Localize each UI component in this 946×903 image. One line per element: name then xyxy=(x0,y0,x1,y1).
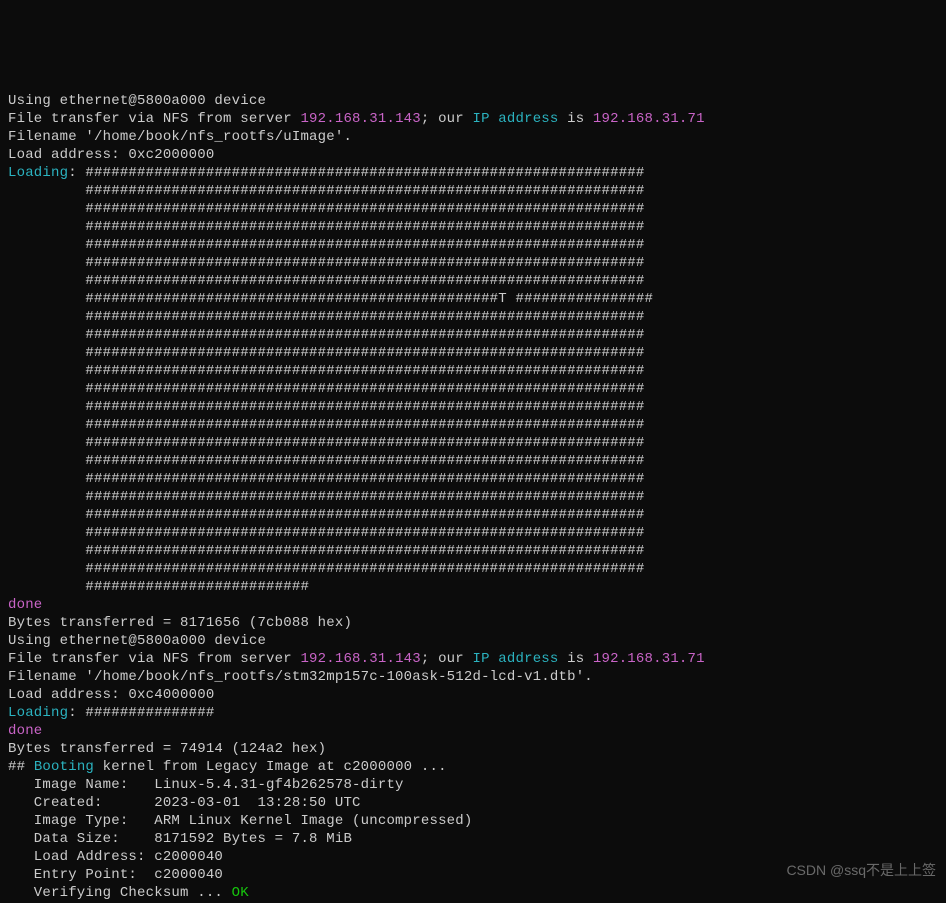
line-created: Created: 2023-03-01 13:28:50 UTC xyxy=(8,795,361,811)
server-ip-2: 192.168.31.143 xyxy=(300,651,420,667)
line-load-addr-2: Load address: 0xc4000000 xyxy=(8,687,214,703)
watermark: CSDN @ssq不是上上签 xyxy=(786,861,936,879)
line-bytes-2: Bytes transferred = 74914 (124a2 hex) xyxy=(8,741,326,757)
booting-word: Booting xyxy=(34,759,94,775)
progress-hash-t-line: ########################################… xyxy=(8,291,653,307)
loading-label-2: Loading xyxy=(8,705,68,721)
progress-hash-short-line: ########################################… xyxy=(8,561,645,577)
progress-hash-last-line: ########################## xyxy=(8,579,309,595)
done-2: done xyxy=(8,723,42,739)
line-using-device-1: Using ethernet@5800a000 device xyxy=(8,93,266,109)
done-1: done xyxy=(8,597,42,613)
line-verify: Verifying Checksum ... OK xyxy=(8,885,249,901)
line-using-device-2: Using ethernet@5800a000 device xyxy=(8,633,266,649)
line-image-type: Image Type: ARM Linux Kernel Image (unco… xyxy=(8,813,472,829)
line-loading-2: Loading: ############### xyxy=(8,705,214,721)
line-filename-2: Filename '/home/book/nfs_rootfs/stm32mp1… xyxy=(8,669,593,685)
line-xfer-2: File transfer via NFS from server 192.16… xyxy=(8,651,705,667)
ip-address-label-1: IP address xyxy=(472,111,558,127)
line-bytes-1: Bytes transferred = 8171656 (7cb088 hex) xyxy=(8,615,352,631)
line-booting: ## Booting kernel from Legacy Image at c… xyxy=(8,759,447,775)
ok-word: OK xyxy=(232,885,249,901)
progress-hash-block-b: ########################################… xyxy=(8,309,645,559)
line-data-size: Data Size: 8171592 Bytes = 7.8 MiB xyxy=(8,831,352,847)
progress-hash-2: ############### xyxy=(85,705,214,721)
line-entry-point: Entry Point: c2000040 xyxy=(8,867,223,883)
ip-address-label-2: IP address xyxy=(472,651,558,667)
loading-label-1: Loading xyxy=(8,165,68,181)
our-ip-2: 192.168.31.71 xyxy=(593,651,705,667)
our-ip-1: 192.168.31.71 xyxy=(593,111,705,127)
progress-hash-block-a: ########################################… xyxy=(8,183,645,289)
line-load-address: Load Address: c2000040 xyxy=(8,849,223,865)
line-filename-1: Filename '/home/book/nfs_rootfs/uImage'. xyxy=(8,129,352,145)
line-xfer-1: File transfer via NFS from server 192.16… xyxy=(8,111,705,127)
progress-hash: ########################################… xyxy=(85,165,644,181)
server-ip-1: 192.168.31.143 xyxy=(300,111,420,127)
line-load-addr-1: Load address: 0xc2000000 xyxy=(8,147,214,163)
line-loading-1: Loading: ###############################… xyxy=(8,165,645,181)
line-image-name: Image Name: Linux-5.4.31-gf4b262578-dirt… xyxy=(8,777,404,793)
terminal-output: Using ethernet@5800a000 device File tran… xyxy=(0,90,946,903)
